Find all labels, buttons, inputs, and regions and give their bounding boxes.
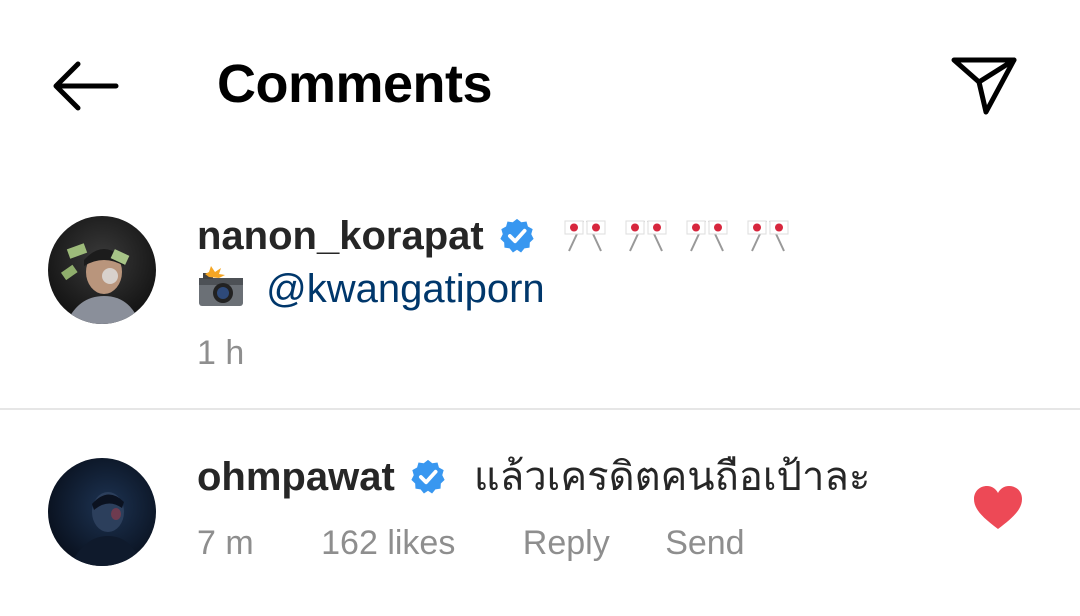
crossed-flags-icon	[747, 220, 789, 252]
crossed-flags-icon	[625, 220, 667, 252]
camera-flash-icon	[199, 266, 243, 306]
share-button[interactable]	[940, 44, 1030, 124]
header: Comments	[0, 0, 1080, 170]
avatar-photo	[48, 458, 156, 566]
comment-meta: 1 h	[197, 334, 244, 373]
likes-count[interactable]: 162 likes	[321, 524, 455, 563]
comment-body-line2: @kwangatiporn	[197, 264, 545, 313]
crossed-flags-icon	[564, 220, 606, 252]
crossed-flags-icon	[686, 220, 728, 252]
reply-button[interactable]: Reply	[523, 524, 610, 563]
send-button[interactable]: Send	[665, 524, 744, 563]
comment-body: nanon_korapat	[197, 212, 790, 260]
comment-body: ohmpawat แล้วเครดิตคนถือเป้าละ	[197, 453, 870, 501]
avatar[interactable]	[48, 458, 156, 566]
divider	[0, 408, 1080, 410]
arrow-left-icon	[53, 61, 119, 111]
comment-time: 7 m	[197, 524, 254, 562]
heart-icon	[974, 486, 1022, 529]
avatar-photo	[48, 216, 156, 324]
verified-badge-icon	[411, 459, 445, 494]
comment-text: แล้วเครดิตคนถือเป้าละ	[473, 454, 871, 500]
back-button[interactable]	[40, 50, 130, 120]
mention-link[interactable]: @kwangatiporn	[266, 267, 545, 311]
comment-meta: 7 m 162 likes Reply Send	[197, 524, 745, 563]
comment-username[interactable]: nanon_korapat	[197, 214, 484, 258]
like-button[interactable]	[970, 483, 1026, 533]
crossed-flags-emoji	[557, 212, 790, 260]
comment-username[interactable]: ohmpawat	[197, 455, 395, 499]
paper-plane-icon	[951, 57, 1017, 115]
avatar[interactable]	[48, 216, 156, 324]
page-title: Comments	[217, 54, 493, 114]
verified-badge-icon	[500, 218, 534, 253]
comment-time: 1 h	[197, 334, 245, 372]
